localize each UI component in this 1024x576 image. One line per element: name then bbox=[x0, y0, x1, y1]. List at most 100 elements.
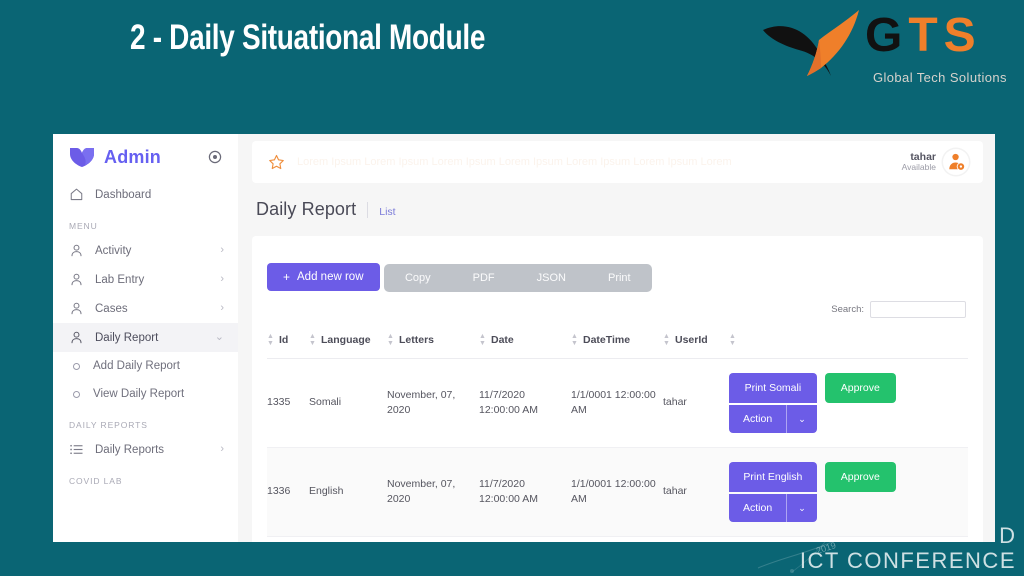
sidebar-heading-menu: MENU bbox=[69, 221, 98, 231]
export-print-button[interactable]: Print bbox=[587, 264, 652, 292]
approve-button[interactable]: Approve bbox=[824, 462, 896, 492]
page-header: Daily Report List bbox=[256, 199, 995, 220]
sort-caret-icon: ▲ ▼ bbox=[729, 333, 736, 347]
sidebar-item-activity[interactable]: Activity › bbox=[53, 236, 238, 265]
export-copy-button[interactable]: Copy bbox=[384, 264, 452, 292]
sort-caret-icon: ▲ ▼ bbox=[663, 333, 670, 347]
user-menu[interactable]: tahar Available bbox=[902, 149, 969, 175]
sidebar-item-daily-report[interactable]: Daily Report ⌄ bbox=[53, 323, 238, 352]
approve-button[interactable]: Approve bbox=[824, 373, 896, 403]
column-header-language[interactable]: ▲ ▼ Language bbox=[309, 324, 387, 359]
chevron-right-icon: › bbox=[220, 273, 224, 285]
cell-letters: November, 07, 2020 bbox=[387, 358, 479, 448]
column-header-userid-label: UserId bbox=[675, 333, 708, 346]
row-action-group: Print Somali Action ⌄ Approve bbox=[729, 373, 968, 433]
sidebar-subitem-add-daily-report-label: Add Daily Report bbox=[93, 360, 180, 372]
sidebar-subitem-add-daily-report[interactable]: Add Daily Report bbox=[53, 352, 238, 380]
table-row[interactable]: 1335 Somali November, 07, 2020 11/7/2020… bbox=[267, 358, 968, 448]
column-header-id[interactable]: ▲ ▼ Id bbox=[267, 324, 309, 359]
chevron-down-icon: ⌄ bbox=[798, 413, 806, 424]
column-header-userid[interactable]: ▲ ▼ UserId bbox=[663, 324, 729, 359]
row-action-group: Print English Action ⌄ Approve bbox=[729, 462, 968, 522]
gts-logo: GTS Global Tech Solutions bbox=[755, 8, 1017, 92]
cell-datetime: 1/1/0001 12:00:00 AM bbox=[571, 447, 663, 537]
export-pdf-button[interactable]: PDF bbox=[452, 264, 516, 292]
sidebar-item-daily-reports[interactable]: Daily Reports › bbox=[53, 435, 238, 464]
gts-tagline: Global Tech Solutions bbox=[873, 70, 1007, 85]
action-dropdown-label: Action bbox=[743, 413, 773, 425]
sort-caret-icon: ▲ ▼ bbox=[387, 333, 394, 347]
sort-caret-icon: ▲ ▼ bbox=[571, 333, 578, 347]
cell-date: 11/7/2020 12:00:00 AM bbox=[479, 358, 571, 448]
gts-letter-s: S bbox=[943, 9, 982, 62]
cell-date: 11/7/2020 12:00:00 AM bbox=[479, 447, 571, 537]
cell-userid: tahar bbox=[663, 358, 729, 448]
sidebar-subitem-view-daily-report[interactable]: View Daily Report bbox=[53, 380, 238, 408]
avatar[interactable] bbox=[943, 149, 969, 175]
slide-canvas: 2 - Daily Situational Module GTS Global … bbox=[0, 0, 1024, 576]
gts-wordmark: GTS bbox=[865, 10, 982, 62]
search-input[interactable] bbox=[870, 301, 966, 318]
print-button[interactable]: Print Somali bbox=[729, 373, 817, 403]
action-dropdown-button[interactable]: Action ⌄ bbox=[729, 494, 817, 522]
row-action-stack: Print Somali Action ⌄ bbox=[729, 373, 817, 433]
sidebar-heading-daily-reports: DAILY REPORTS bbox=[69, 420, 148, 430]
breadcrumb-list-link[interactable]: List bbox=[379, 206, 395, 218]
cell-datetime: 1/1/0001 12:00:00 AM bbox=[571, 358, 663, 448]
column-header-language-label: Language bbox=[321, 333, 371, 346]
home-icon bbox=[70, 188, 83, 201]
column-header-date[interactable]: ▲ ▼ Date bbox=[479, 324, 571, 359]
topbar-ghost-text: Lorem Ipsum Lorem Ipsum Lorem Ipsum Lore… bbox=[297, 156, 732, 168]
sort-caret-icon: ▲ ▼ bbox=[479, 333, 486, 347]
sidebar-item-daily-reports-label: Daily Reports bbox=[95, 443, 165, 456]
circle-bullet-icon bbox=[73, 390, 80, 398]
sidebar-heading-covid-lab: COVID LAB bbox=[69, 476, 123, 486]
column-header-datetime-label: DateTime bbox=[583, 333, 631, 346]
admin-logo-icon bbox=[70, 148, 94, 167]
chevron-down-icon: ⌄ bbox=[214, 331, 224, 343]
application-window: Admin Dashboard MENU Activity › Lab Entr… bbox=[53, 134, 995, 542]
table-row[interactable]: 1336 English November, 07, 2020 11/7/202… bbox=[267, 447, 968, 537]
cell-language: Somali bbox=[309, 358, 387, 448]
main-content: Lorem Ipsum Lorem Ipsum Lorem Ipsum Lore… bbox=[238, 134, 995, 542]
table-search-row: Search: bbox=[267, 301, 968, 318]
row-action-stack: Print English Action ⌄ bbox=[729, 462, 817, 522]
sidebar-item-lab-entry[interactable]: Lab Entry › bbox=[53, 265, 238, 294]
action-dropdown-button[interactable]: Action ⌄ bbox=[729, 405, 817, 433]
person-icon bbox=[71, 331, 82, 344]
sidebar-brand[interactable]: Admin bbox=[53, 134, 238, 180]
column-header-actions[interactable]: ▲ ▼ bbox=[729, 324, 968, 359]
sidebar-item-daily-report-label: Daily Report bbox=[95, 331, 159, 344]
cell-id: 1335 bbox=[267, 358, 309, 448]
column-header-letters[interactable]: ▲ ▼ Letters bbox=[387, 324, 479, 359]
sidebar-item-dashboard[interactable]: Dashboard bbox=[53, 180, 238, 209]
sidebar-item-cases[interactable]: Cases › bbox=[53, 294, 238, 323]
action-dropdown-label: Action bbox=[743, 502, 773, 514]
daily-report-table: ▲▼ Id ▲▼ Language ▲▼ Letters ▲▼ Date bbox=[267, 324, 968, 537]
cell-userid: tahar bbox=[663, 447, 729, 537]
column-header-datetime[interactable]: ▲ ▼ DateTime bbox=[571, 324, 663, 359]
sidebar-subitem-view-daily-report-label: View Daily Report bbox=[93, 388, 185, 400]
sidebar-item-cases-label: Cases bbox=[95, 302, 128, 315]
column-header-id-label: Id bbox=[279, 333, 289, 346]
sidebar-brand-label: Admin bbox=[104, 146, 161, 167]
breadcrumb-divider bbox=[367, 201, 369, 218]
gts-letter-t: T bbox=[908, 9, 944, 62]
user-info: tahar Available bbox=[902, 151, 936, 173]
table-header-row: ▲▼ Id ▲▼ Language ▲▼ Letters ▲▼ Date bbox=[267, 324, 968, 359]
export-json-button[interactable]: JSON bbox=[516, 264, 587, 292]
list-icon bbox=[70, 444, 83, 455]
sort-caret-icon: ▲ ▼ bbox=[267, 333, 274, 347]
print-button[interactable]: Print English bbox=[729, 462, 817, 492]
star-icon[interactable] bbox=[268, 154, 285, 171]
plus-icon: + bbox=[283, 270, 291, 284]
search-label: Search: bbox=[831, 304, 864, 315]
sort-caret-icon: ▲ ▼ bbox=[309, 333, 316, 347]
chevron-right-icon: › bbox=[220, 302, 224, 314]
chevron-right-icon: › bbox=[220, 244, 224, 256]
target-circle-icon[interactable] bbox=[208, 150, 222, 164]
top-bar: Lorem Ipsum Lorem Ipsum Lorem Ipsum Lore… bbox=[252, 141, 983, 183]
data-table-card: + Add new row Copy PDF JSON Print Search… bbox=[252, 236, 983, 542]
add-new-row-button[interactable]: + Add new row bbox=[267, 263, 380, 291]
circle-bullet-icon bbox=[73, 362, 80, 370]
